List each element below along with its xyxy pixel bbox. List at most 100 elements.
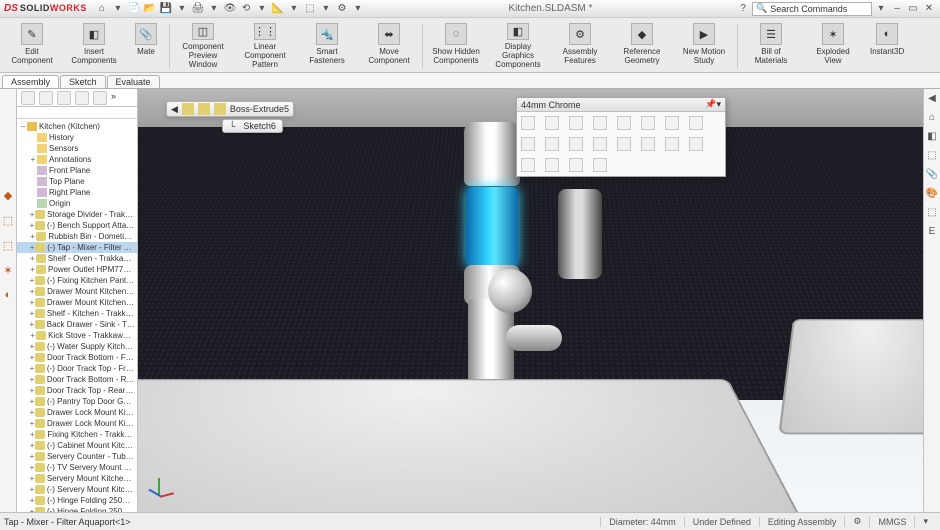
tree-row[interactable]: +Fixing Kitchen - Trakkaway<1> xyxy=(17,429,137,440)
expand-icon[interactable]: – xyxy=(19,122,27,131)
help-icon[interactable]: ? xyxy=(736,2,750,16)
ctx-tool-icon[interactable] xyxy=(569,137,583,151)
rail-icon[interactable]: 📎 xyxy=(926,169,939,182)
chevron-left-icon[interactable]: ◀ xyxy=(171,104,178,115)
ribbon-button[interactable]: ◆Reference Geometry xyxy=(612,20,672,72)
expand-icon[interactable]: + xyxy=(29,386,35,395)
ribbon-button[interactable]: ◧Insert Components xyxy=(64,20,124,72)
expand-icon[interactable]: + xyxy=(29,375,35,384)
ribbon-button[interactable]: ☰Bill of Materials xyxy=(741,20,801,72)
tree-row[interactable]: +Door Track Top - Rear Storage - K xyxy=(17,385,137,396)
ctx-tool-icon[interactable] xyxy=(569,158,583,172)
fm-tab-icon[interactable] xyxy=(39,91,53,105)
ribbon-tab[interactable]: Sketch xyxy=(60,75,106,88)
breadcrumb-feature[interactable]: Boss-Extrude5 xyxy=(230,104,289,114)
ctx-tool-icon[interactable] xyxy=(665,137,679,151)
tree-row[interactable]: Front Plane xyxy=(17,165,137,176)
expand-icon[interactable]: + xyxy=(29,155,37,164)
orientation-triad[interactable] xyxy=(146,474,176,504)
ctx-tool-icon[interactable] xyxy=(545,137,559,151)
expand-icon[interactable]: + xyxy=(29,364,35,373)
expand-icon[interactable]: + xyxy=(29,474,35,483)
expand-icon[interactable]: + xyxy=(29,254,36,263)
ctx-tool-icon[interactable] xyxy=(569,116,583,130)
ctx-tool-icon[interactable] xyxy=(521,116,535,130)
qat-button[interactable]: ▾ xyxy=(255,2,269,16)
feature-tree[interactable]: –Kitchen (Kitchen)HistorySensors+Annotat… xyxy=(17,119,137,512)
ctx-tool-icon[interactable] xyxy=(593,158,607,172)
rail-icon[interactable]: ⬚ xyxy=(926,150,939,163)
ribbon-button[interactable]: ✶Exploded View xyxy=(803,20,863,72)
ctx-tool-icon[interactable] xyxy=(641,137,655,151)
qat-button[interactable]: ▾ xyxy=(207,2,221,16)
search-input[interactable]: 🔍Search Commands xyxy=(752,2,872,16)
qat-button[interactable]: ⬚ xyxy=(303,2,317,16)
ctx-tool-icon[interactable] xyxy=(593,137,607,151)
minimize-button[interactable]: – xyxy=(890,2,904,16)
tree-row[interactable]: Top Plane xyxy=(17,176,137,187)
rail-icon[interactable]: ◧ xyxy=(926,131,939,144)
ribbon-button[interactable]: 🔩Smart Fasteners xyxy=(297,20,357,72)
ctx-tool-icon[interactable] xyxy=(617,137,631,151)
tree-row[interactable]: –Kitchen (Kitchen) xyxy=(17,121,137,132)
qat-button[interactable]: ⟲ xyxy=(239,2,253,16)
ctx-tool-icon[interactable] xyxy=(545,116,559,130)
qat-button[interactable]: 📐 xyxy=(271,2,285,16)
ctx-tool-icon[interactable] xyxy=(617,116,631,130)
qat-button[interactable]: ⚙ xyxy=(335,2,349,16)
pin-icon[interactable]: 📌 xyxy=(705,99,716,110)
tree-row[interactable]: +Drawer Lock Mount Kitchen - Tral xyxy=(17,418,137,429)
ctx-tool-icon[interactable] xyxy=(521,137,535,151)
tree-row[interactable]: Origin xyxy=(17,198,137,209)
search-dropdown-icon[interactable]: ▾ xyxy=(874,2,888,16)
tree-row[interactable]: Right Plane xyxy=(17,187,137,198)
ribbon-button[interactable]: ◧Display Graphics Components xyxy=(488,20,548,72)
tree-row[interactable]: Sensors xyxy=(17,143,137,154)
tree-row[interactable]: +(-) Tap - Mixer - Filter Aquaport< xyxy=(17,242,137,253)
ribbon-button[interactable]: ⚙Assembly Features xyxy=(550,20,610,72)
tree-row[interactable]: +Annotations xyxy=(17,154,137,165)
tree-row[interactable]: +Power Outlet HPM777P<1> xyxy=(17,264,137,275)
ctx-tool-icon[interactable] xyxy=(689,116,703,130)
qat-button[interactable]: ▾ xyxy=(287,2,301,16)
rail-icon[interactable]: ◆ xyxy=(4,189,12,202)
fm-tab-icon[interactable] xyxy=(21,91,35,105)
tree-row[interactable]: +(-) Hinge Folding 250mm - Attach xyxy=(17,506,137,512)
rail-icon[interactable]: ✶ xyxy=(3,264,12,277)
tree-row[interactable]: +Door Track Bottom - Front Storag xyxy=(17,352,137,363)
rail-icon[interactable]: ⬚ xyxy=(3,239,13,252)
qat-button[interactable]: ▾ xyxy=(111,2,125,16)
tree-row[interactable]: +Drawer Lock Mount Kitchen - Tral xyxy=(17,407,137,418)
ctx-tool-icon[interactable] xyxy=(641,116,655,130)
tree-row[interactable]: +Shelf - Kitchen - Trakkaway 790-8 xyxy=(17,308,137,319)
ctx-tool-icon[interactable] xyxy=(689,137,703,151)
ribbon-tab[interactable]: Assembly xyxy=(2,75,59,88)
expand-icon[interactable]: + xyxy=(29,309,35,318)
tree-row[interactable]: +Drawer Mount Kitchen RH - Trakk xyxy=(17,297,137,308)
qat-button[interactable]: ▾ xyxy=(351,2,365,16)
expand-icon[interactable]: + xyxy=(29,320,35,329)
expand-icon[interactable]: + xyxy=(29,331,36,340)
ribbon-button[interactable]: ✎Edit Component xyxy=(2,20,62,72)
close-button[interactable]: ✕ xyxy=(922,2,936,16)
tree-row[interactable]: +Drawer Mount Kitchen - Trakkaw xyxy=(17,286,137,297)
qat-button[interactable]: ⌂ xyxy=(95,2,109,16)
tree-row[interactable]: +(-) Cabinet Mount Kitchen Floor - xyxy=(17,440,137,451)
breadcrumb-bar[interactable]: ◀ Boss-Extrude5 xyxy=(166,101,294,117)
rail-icon[interactable]: ◐ xyxy=(5,289,12,301)
tree-row[interactable]: +Door Track Bottom - Rear Storage xyxy=(17,374,137,385)
ctx-tool-icon[interactable] xyxy=(545,158,559,172)
tree-row[interactable]: +(-) Bench Support Attachment - T xyxy=(17,220,137,231)
tree-row[interactable]: +(-) TV Servery Mount Kitchen -Tra xyxy=(17,462,137,473)
expand-icon[interactable]: + xyxy=(29,463,35,472)
qat-button[interactable]: ▾ xyxy=(319,2,333,16)
tree-row[interactable]: +(-) Water Supply Kitchen - Trakka xyxy=(17,341,137,352)
restore-button[interactable]: ▭ xyxy=(906,2,920,16)
ribbon-button[interactable]: ⋮⋮Linear Component Pattern xyxy=(235,20,295,72)
ribbon-button[interactable]: ◌Show Hidden Components xyxy=(426,20,486,72)
fm-tab-expand-icon[interactable]: » xyxy=(111,91,116,105)
qat-button[interactable]: 🖨 xyxy=(191,2,205,16)
qat-button[interactable]: 👁 xyxy=(223,2,237,16)
fm-tab-icon[interactable] xyxy=(93,91,107,105)
tree-row[interactable]: +Shelf - Oven - Trakkaway<1> xyxy=(17,253,137,264)
